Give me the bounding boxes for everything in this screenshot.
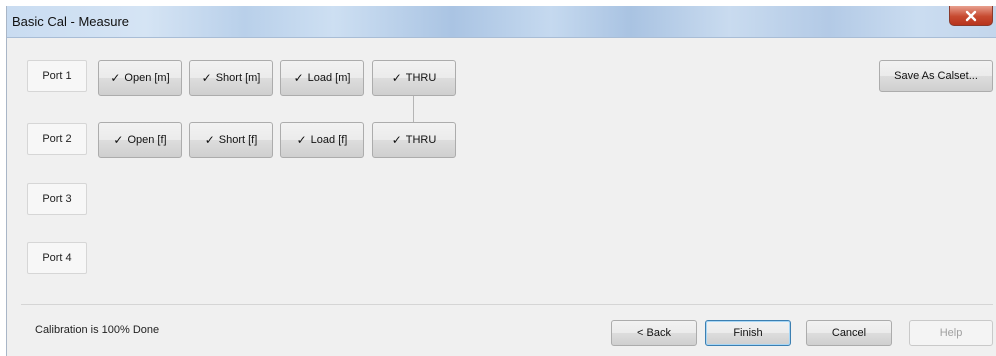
port-3-label: Port 3 bbox=[27, 183, 87, 215]
port-2-label: Port 2 bbox=[27, 123, 87, 155]
basic-cal-measure-dialog: Basic Cal - Measure Port 1 Port 2 Port 3… bbox=[6, 6, 996, 356]
port-1-open-label: Open [m] bbox=[124, 72, 170, 84]
calibration-status: Calibration is 100% Done bbox=[35, 324, 160, 336]
port-1-open-button[interactable]: ✓ Open [m] bbox=[98, 60, 182, 96]
port-2-short-button[interactable]: ✓ Short [f] bbox=[189, 122, 273, 158]
finish-button[interactable]: Finish bbox=[705, 320, 791, 346]
cancel-button[interactable]: Cancel bbox=[806, 320, 892, 346]
window-title: Basic Cal - Measure bbox=[12, 14, 130, 29]
check-icon: ✓ bbox=[110, 71, 121, 85]
port-1-short-button[interactable]: ✓ Short [m] bbox=[189, 60, 273, 96]
port-1-load-button[interactable]: ✓ Load [m] bbox=[280, 60, 364, 96]
close-icon bbox=[965, 10, 977, 21]
title-bar[interactable]: Basic Cal - Measure bbox=[7, 6, 996, 38]
check-icon: ✓ bbox=[391, 133, 402, 147]
port-1-label: Port 1 bbox=[27, 60, 87, 92]
help-button[interactable]: Help bbox=[909, 320, 993, 346]
port-2-open-button[interactable]: ✓ Open [f] bbox=[98, 122, 182, 158]
back-button[interactable]: < Back bbox=[611, 320, 697, 346]
port-4-label: Port 4 bbox=[27, 242, 87, 274]
port-2-load-button[interactable]: ✓ Load [f] bbox=[280, 122, 364, 158]
port-2-thru-button[interactable]: ✓ THRU bbox=[372, 122, 456, 158]
check-icon: ✓ bbox=[293, 71, 304, 85]
port-1-short-label: Short [m] bbox=[215, 72, 261, 84]
footer-divider bbox=[21, 304, 993, 305]
port-1-thru-label: THRU bbox=[405, 72, 437, 84]
close-button[interactable] bbox=[949, 6, 993, 26]
save-as-calset-button[interactable]: Save As Calset... bbox=[879, 60, 993, 92]
port-2-short-label: Short [f] bbox=[218, 134, 258, 146]
check-icon: ✓ bbox=[204, 133, 215, 147]
port-2-load-label: Load [f] bbox=[310, 134, 348, 146]
port-2-open-label: Open [f] bbox=[127, 134, 167, 146]
check-icon: ✓ bbox=[113, 133, 124, 147]
check-icon: ✓ bbox=[201, 71, 212, 85]
thru-connector-line bbox=[413, 96, 414, 122]
port-1-thru-button[interactable]: ✓ THRU bbox=[372, 60, 456, 96]
port-2-thru-label: THRU bbox=[405, 134, 437, 146]
check-icon: ✓ bbox=[296, 133, 307, 147]
port-1-load-label: Load [m] bbox=[307, 72, 351, 84]
check-icon: ✓ bbox=[391, 71, 402, 85]
